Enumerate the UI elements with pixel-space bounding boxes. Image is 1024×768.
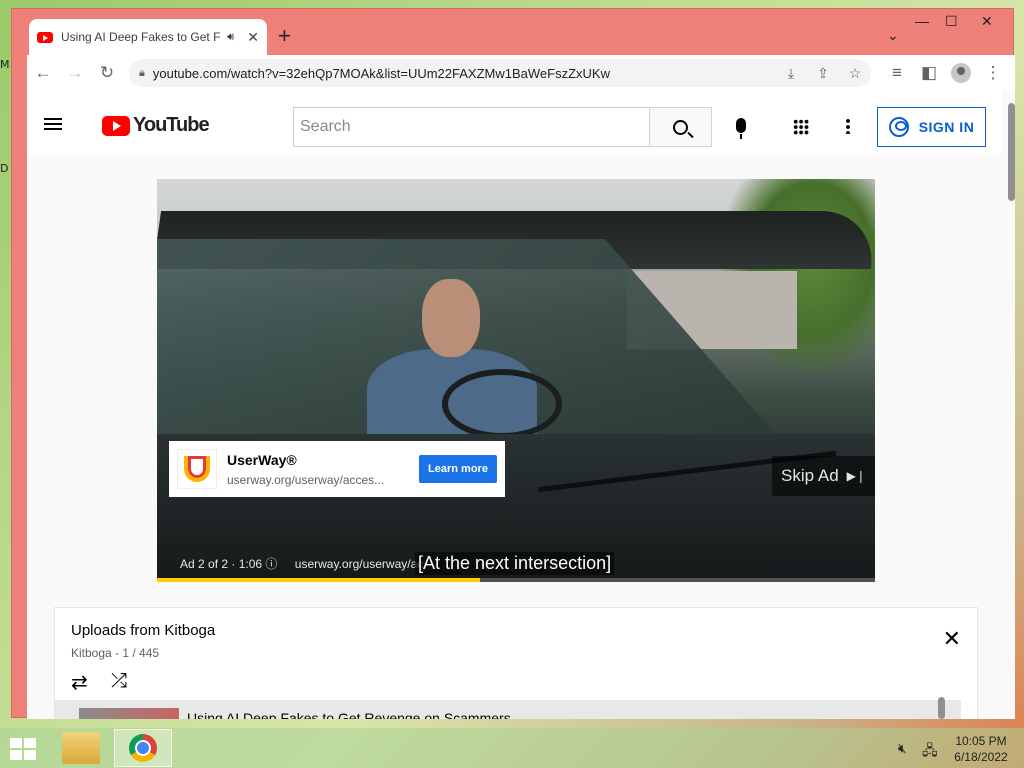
profile-avatar[interactable] bbox=[945, 57, 977, 89]
account-icon bbox=[888, 117, 909, 137]
ad-info-url[interactable]: userway.org/userway/ac bbox=[295, 557, 424, 571]
playlist-item-title: Using AI Deep Fakes to Get Revenge on Sc… bbox=[187, 710, 511, 719]
ad-info-text: Ad 2 of 2 · 1:06 bbox=[180, 557, 263, 571]
new-tab-button[interactable]: + bbox=[278, 25, 291, 47]
ad-progress-fill bbox=[157, 578, 481, 582]
tab-title: Using AI Deep Fakes to Get F bbox=[61, 30, 221, 44]
apps-grid-icon[interactable] bbox=[793, 119, 809, 135]
skip-next-icon: ▶❘ bbox=[846, 469, 866, 483]
ad-info: Ad 2 of 2 · 1:06 ⓘ userway.org/userway/a… bbox=[180, 555, 423, 572]
playlist-panel: Uploads from Kitboga Kitboga - 1 / 445 ✕… bbox=[54, 607, 978, 719]
youtube-logo-text: YouTube bbox=[133, 114, 210, 136]
youtube-play-icon bbox=[102, 115, 130, 136]
start-button[interactable] bbox=[10, 738, 38, 760]
sign-in-button[interactable]: SIGN IN bbox=[877, 107, 986, 147]
search-icon bbox=[673, 119, 688, 135]
minimize-button[interactable]: — bbox=[915, 13, 929, 29]
playlist-item-thumbnail bbox=[79, 708, 179, 719]
clock-date: 6/18/2022 bbox=[954, 750, 1008, 764]
shuffle-icon[interactable]: ⤮ bbox=[111, 670, 127, 693]
ad-brand: UserWay® bbox=[227, 451, 297, 468]
userway-logo-icon bbox=[177, 449, 217, 489]
youtube-favicon-icon bbox=[37, 31, 53, 43]
video-scene-driver-head bbox=[422, 279, 480, 357]
media-control-icon[interactable]: ≡ bbox=[881, 57, 913, 89]
playlist-scrollbar[interactable] bbox=[938, 697, 945, 719]
page-scrollbar[interactable] bbox=[1008, 103, 1015, 201]
url-text: youtube.com/watch?v=32ehQp7MOAk&list=UUm… bbox=[152, 65, 610, 81]
reload-button[interactable]: ↻ bbox=[91, 57, 123, 89]
install-app-icon[interactable]: ⤓ bbox=[775, 65, 807, 82]
info-icon[interactable]: ⓘ bbox=[265, 557, 277, 571]
browser-window: Using AI Deep Fakes to Get F 🔊︎ ✕ + ⌄ — … bbox=[11, 8, 1015, 719]
address-bar[interactable]: 🔒︎ youtube.com/watch?v=32ehQp7MOAk&list=… bbox=[129, 59, 871, 87]
page-viewport: YouTube Search SIGN IN UserWay® userway.… bbox=[27, 91, 1015, 719]
ad-progress-bar[interactable] bbox=[157, 578, 875, 582]
learn-more-button[interactable]: Learn more bbox=[419, 455, 497, 483]
ad-overlay-card[interactable]: UserWay® userway.org/userway/acces... Le… bbox=[169, 441, 505, 497]
side-panel-icon[interactable]: ◧ bbox=[913, 57, 945, 89]
skip-ad-label: Skip Ad bbox=[781, 466, 839, 485]
video-player[interactable]: UserWay® userway.org/userway/acces... Le… bbox=[157, 179, 875, 582]
playlist-title[interactable]: Uploads from Kitboga bbox=[71, 622, 215, 639]
search-input[interactable]: Search bbox=[293, 107, 650, 147]
video-caption: [At the next intersection] bbox=[415, 552, 615, 575]
hamburger-menu-icon[interactable] bbox=[44, 118, 62, 130]
bookmark-star-icon[interactable]: ☆ bbox=[839, 65, 871, 82]
video-scene-steering-wheel bbox=[442, 369, 562, 439]
microphone-icon[interactable] bbox=[736, 118, 746, 139]
lock-icon[interactable]: 🔒︎ bbox=[139, 67, 145, 80]
search-button[interactable] bbox=[649, 107, 712, 147]
browser-toolbar: ← → ↻ 🔒︎ youtube.com/watch?v=32ehQp7MOAk… bbox=[27, 55, 1015, 91]
clock-time: 10:05 PM bbox=[955, 734, 1007, 748]
skip-ad-button[interactable]: Skip Ad ▶❘ bbox=[772, 456, 875, 496]
playlist-item[interactable]: Using AI Deep Fakes to Get Revenge on Sc… bbox=[55, 700, 961, 719]
back-button[interactable]: ← bbox=[27, 57, 59, 89]
browser-tab[interactable]: Using AI Deep Fakes to Get F 🔊︎ ✕ bbox=[29, 19, 267, 55]
playlist-subtitle: Kitboga - 1 / 445 bbox=[71, 646, 160, 660]
chrome-icon bbox=[129, 734, 157, 762]
forward-button[interactable]: → bbox=[59, 57, 91, 89]
system-clock[interactable]: 10:05 PM 6/18/2022 bbox=[948, 733, 1014, 765]
tab-search-chevron-icon[interactable]: ⌄ bbox=[887, 27, 899, 44]
file-explorer-icon[interactable] bbox=[62, 732, 100, 764]
speaker-icon[interactable]: 🔊︎ bbox=[227, 31, 241, 44]
close-window-button[interactable]: ✕ bbox=[981, 13, 993, 30]
close-playlist-icon[interactable]: ✕ bbox=[943, 628, 961, 650]
youtube-header: YouTube Search SIGN IN bbox=[27, 91, 1002, 155]
loop-icon[interactable]: ⇄ bbox=[71, 670, 88, 695]
network-icon[interactable]: 🖧︎ bbox=[922, 740, 938, 764]
share-icon[interactable]: ⇪ bbox=[807, 65, 839, 82]
sign-in-label: SIGN IN bbox=[918, 119, 975, 135]
close-tab-icon[interactable]: ✕ bbox=[247, 29, 259, 46]
chrome-taskbar-button[interactable] bbox=[114, 729, 172, 767]
maximize-button[interactable]: ☐ bbox=[945, 13, 958, 30]
ad-url: userway.org/userway/acces... bbox=[227, 472, 385, 487]
chrome-menu-icon[interactable]: ⋮ bbox=[977, 57, 1009, 89]
settings-kebab-icon[interactable] bbox=[846, 118, 850, 134]
muted-speaker-icon[interactable]: 🔇︎ bbox=[898, 740, 907, 757]
windows-taskbar: 🔇︎ 🖧︎ 10:05 PM 6/18/2022 bbox=[0, 728, 1024, 768]
youtube-logo[interactable]: YouTube bbox=[102, 114, 210, 137]
